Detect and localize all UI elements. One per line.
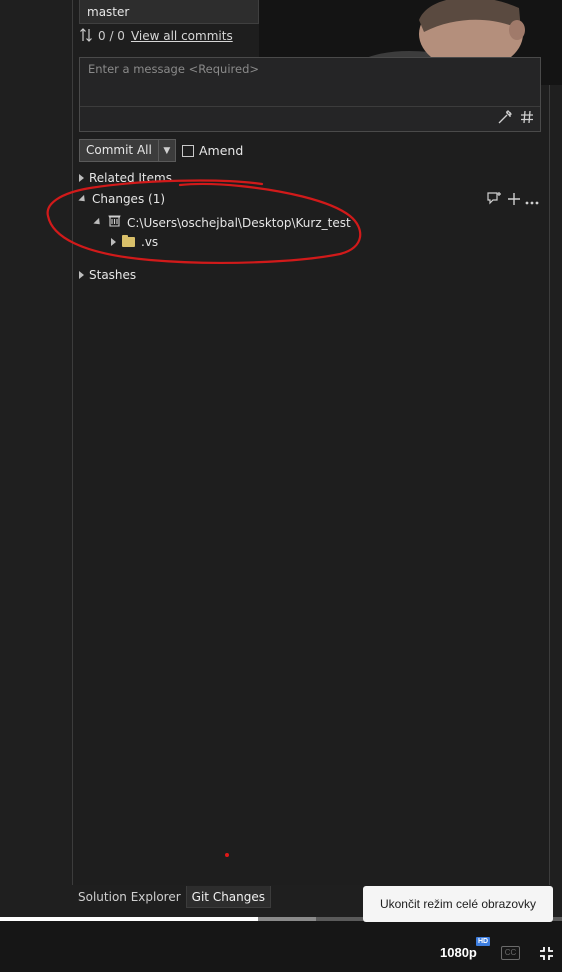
chevron-down-icon[interactable]: ▼: [159, 140, 175, 161]
progress-buffered: [258, 917, 316, 921]
branch-name: master: [87, 5, 130, 19]
message-tools: [498, 109, 534, 128]
red-dot: [225, 853, 229, 857]
commit-message-input[interactable]: [80, 58, 540, 107]
plus-icon[interactable]: [508, 190, 520, 209]
hash-icon[interactable]: [520, 109, 534, 128]
hd-badge: HD: [476, 937, 491, 946]
exit-fullscreen-tooltip: Ukončit režim celé obrazovky: [363, 886, 553, 922]
expand-arrow-icon[interactable]: [79, 271, 84, 279]
quality-button[interactable]: 1080p: [440, 945, 477, 960]
captions-button[interactable]: CC: [501, 946, 520, 960]
exit-fullscreen-icon[interactable]: [539, 946, 554, 965]
branch-selector[interactable]: master: [79, 0, 259, 24]
bottom-tab-bar: Solution Explorer Git Changes: [73, 886, 272, 908]
video-player-bar: [0, 921, 562, 972]
commit-all-button[interactable]: Commit All ▼: [79, 139, 176, 162]
sync-arrows-icon: [80, 27, 92, 45]
checkbox-box[interactable]: [182, 144, 194, 157]
progress-played[interactable]: [0, 917, 258, 921]
changes-toolbar: [487, 190, 539, 209]
red-annotation-circle: [46, 179, 362, 264]
tab-solution-explorer[interactable]: Solution Explorer: [73, 886, 186, 908]
view-all-commits-link[interactable]: View all commits: [131, 29, 233, 43]
magic-wand-icon[interactable]: [498, 109, 513, 128]
section-title: Stashes: [89, 268, 137, 282]
comment-icon[interactable]: [487, 190, 503, 209]
sync-counts: 0 / 0: [98, 29, 125, 43]
commit-message-box: [79, 57, 541, 132]
tab-git-changes[interactable]: Git Changes: [185, 886, 272, 908]
commit-all-label[interactable]: Commit All: [80, 140, 159, 161]
amend-label: Amend: [199, 143, 244, 158]
amend-checkbox[interactable]: Amend: [182, 143, 243, 158]
section-stashes[interactable]: Stashes: [79, 268, 136, 282]
sync-row: 0 / 0 View all commits: [80, 27, 233, 45]
more-icon[interactable]: [525, 190, 539, 209]
git-changes-panel: [72, 0, 550, 885]
